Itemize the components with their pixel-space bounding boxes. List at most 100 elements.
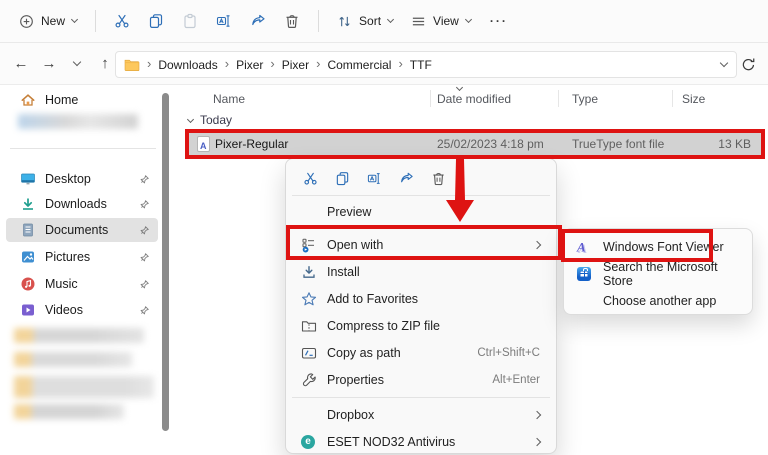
breadcrumb[interactable]: › Downloads › Pixer › Pixer › Commercial… (115, 51, 737, 78)
breadcrumb-separator: › (316, 56, 320, 71)
breadcrumb-segment[interactable]: Commercial (327, 58, 391, 72)
sort-button[interactable]: Sort (328, 9, 402, 34)
new-button[interactable]: New (10, 9, 86, 34)
sidebar-item-label: Downloads (45, 197, 130, 211)
sidebar-item-pictures[interactable]: Pictures (6, 245, 158, 269)
view-label: View (433, 14, 459, 28)
share-button[interactable] (390, 165, 422, 191)
column-header-type[interactable]: Type (572, 92, 598, 106)
copy-button[interactable] (326, 165, 358, 191)
menu-item-label: Preview (327, 205, 371, 219)
column-divider[interactable] (672, 90, 673, 107)
menu-item-label: Open with (327, 238, 383, 252)
copy-button[interactable] (139, 6, 173, 36)
sidebar-item-documents[interactable]: Documents (6, 218, 158, 242)
column-header-size[interactable]: Size (682, 92, 705, 106)
menu-item-label: Dropbox (327, 408, 374, 422)
forward-button[interactable]: → (36, 51, 62, 77)
menu-item-label: Compress to ZIP file (327, 319, 440, 333)
paste-icon (182, 13, 198, 29)
cut-icon (114, 13, 130, 29)
submenu-chevron-icon (533, 410, 541, 418)
refresh-button[interactable] (741, 57, 756, 72)
pin-icon (139, 279, 150, 290)
wrench-icon (301, 372, 317, 388)
menu-item-open-with[interactable]: Open with (290, 231, 552, 258)
chevron-down-icon (465, 16, 472, 23)
sidebar-scrollbar[interactable] (162, 93, 169, 431)
menu-divider (292, 195, 550, 196)
menu-item-copy-as-path[interactable]: Copy as path Ctrl+Shift+C (290, 339, 552, 366)
chevron-down-icon (71, 16, 78, 23)
sidebar-item-label: Home (45, 93, 150, 107)
group-header-today[interactable]: Today (188, 113, 232, 127)
back-button[interactable]: ← (8, 51, 34, 77)
submenu-item-label: Windows Font Viewer (603, 240, 724, 254)
share-icon (250, 13, 266, 29)
more-options-button[interactable]: ··· (480, 14, 518, 28)
menu-item-properties[interactable]: Properties Alt+Enter (290, 366, 552, 393)
breadcrumb-segment[interactable]: TTF (410, 58, 432, 72)
view-button[interactable]: View (402, 9, 480, 34)
share-button[interactable] (241, 6, 275, 36)
cut-button[interactable] (294, 165, 326, 191)
navigation-pane: Home Desktop Downloads Documents Picture… (0, 85, 172, 434)
breadcrumb-segment[interactable]: Downloads (158, 58, 217, 72)
column-divider[interactable] (430, 90, 431, 107)
sidebar-item-music[interactable]: Music (6, 272, 158, 296)
font-viewer-icon: A (577, 240, 586, 253)
delete-button[interactable] (422, 165, 454, 191)
eset-icon: e (301, 435, 315, 449)
file-name: Pixer-Regular (215, 137, 288, 151)
sidebar-item-videos[interactable]: Videos (6, 298, 158, 322)
recent-locations-button[interactable] (64, 51, 90, 77)
open-with-submenu: A Windows Font Viewer Search the Microso… (563, 228, 753, 315)
menu-item-add-to-favorites[interactable]: Add to Favorites (290, 285, 552, 312)
new-label: New (41, 14, 65, 28)
sidebar-divider (10, 148, 156, 149)
file-size: 13 KB (689, 137, 751, 151)
rename-button[interactable] (207, 6, 241, 36)
open-with-icon (301, 237, 317, 253)
submenu-item-windows-font-viewer[interactable]: A Windows Font Viewer (568, 233, 748, 260)
toolbar-divider (95, 10, 96, 32)
paste-button[interactable] (173, 6, 207, 36)
breadcrumb-segment[interactable]: Pixer (236, 58, 263, 72)
redacted-item (14, 376, 154, 398)
redacted-item (14, 352, 132, 367)
microsoft-store-icon (577, 267, 591, 281)
address-dropdown-button[interactable] (720, 59, 728, 67)
submenu-item-choose-another-app[interactable]: Choose another app (568, 287, 748, 314)
home-icon (20, 92, 36, 108)
menu-item-dropbox[interactable]: Dropbox (290, 401, 552, 428)
sidebar-item-label: Pictures (45, 250, 130, 264)
delete-button[interactable] (275, 6, 309, 36)
menu-item-preview[interactable]: Preview (290, 198, 552, 225)
menu-item-install[interactable]: Install (290, 258, 552, 285)
sidebar-item-home[interactable]: Home (6, 88, 158, 112)
menu-item-shortcut: Alt+Enter (492, 374, 540, 386)
file-row-pixer-regular[interactable]: A Pixer-Regular 25/02/2023 4:18 pm TrueT… (189, 133, 761, 156)
column-header-date-modified[interactable]: Date modified (437, 92, 511, 106)
sidebar-item-desktop[interactable]: Desktop (6, 167, 158, 191)
desktop-icon (20, 171, 36, 187)
address-bar: ← → ↑ › Downloads › Pixer › Pixer › Comm… (0, 43, 768, 85)
menu-item-eset[interactable]: e ESET NOD32 Antivirus (290, 428, 552, 455)
context-menu-icon-row (290, 163, 552, 193)
column-header-name[interactable]: Name (213, 92, 245, 106)
file-type: TrueType font file (572, 137, 664, 151)
documents-icon (20, 222, 36, 238)
font-file-icon: A (197, 136, 210, 152)
file-date-modified: 25/02/2023 4:18 pm (437, 137, 544, 151)
sidebar-item-downloads[interactable]: Downloads (6, 192, 158, 216)
rename-button[interactable] (358, 165, 390, 191)
menu-item-shortcut: Ctrl+Shift+C (477, 347, 540, 359)
submenu-item-search-microsoft-store[interactable]: Search the Microsoft Store (568, 260, 748, 287)
column-divider[interactable] (558, 90, 559, 107)
menu-item-compress-zip[interactable]: Compress to ZIP file (290, 312, 552, 339)
submenu-item-label: Search the Microsoft Store (603, 260, 740, 288)
menu-item-label: Copy as path (327, 346, 401, 360)
cut-button[interactable] (105, 6, 139, 36)
breadcrumb-segment[interactable]: Pixer (282, 58, 309, 72)
redacted-item (14, 328, 144, 343)
